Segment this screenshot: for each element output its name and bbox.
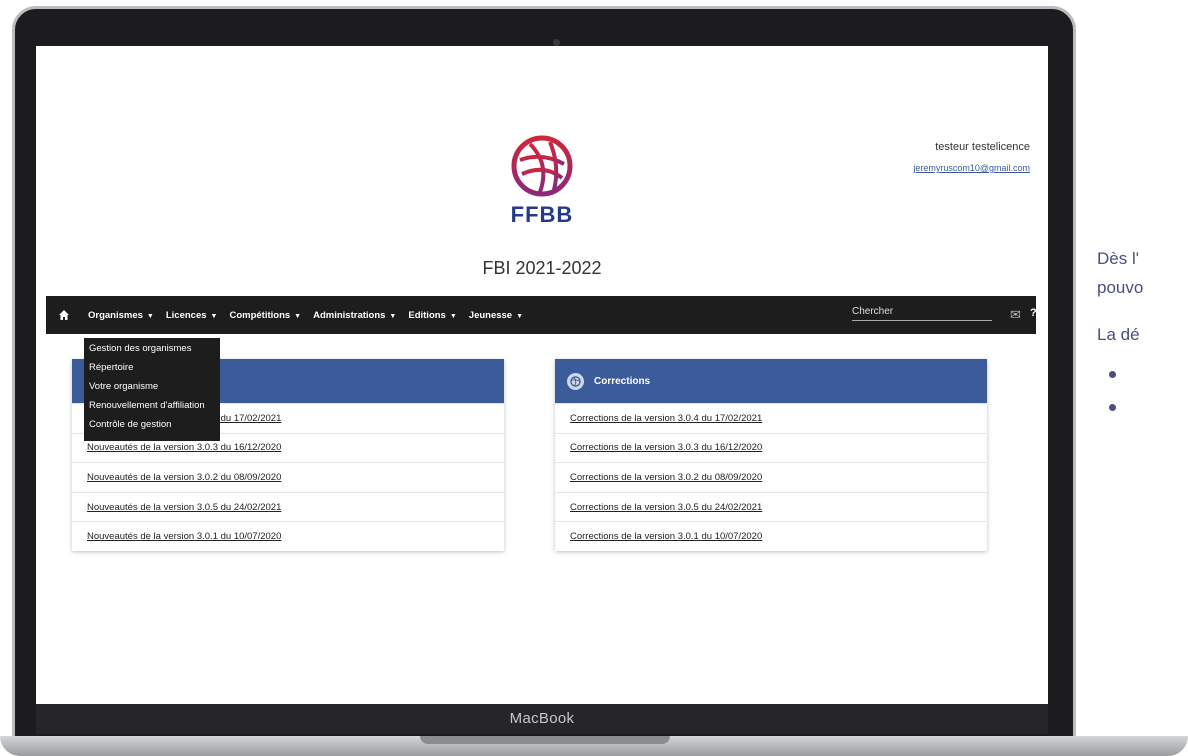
basketball-icon: [511, 135, 573, 197]
nav-label: Organismes: [88, 309, 143, 321]
nav-label: Jeunesse: [468, 309, 513, 321]
bullet-icon: [1109, 404, 1116, 411]
corrections-card-header: Corrections: [555, 359, 987, 403]
search-input[interactable]: Chercher: [852, 306, 992, 321]
basketball-icon: [567, 372, 584, 390]
nav-editions[interactable]: Editions ▼: [408, 310, 456, 321]
user-name: testeur testelicence: [935, 141, 1030, 153]
side-text-line: pouvo: [1097, 278, 1144, 297]
correction-link[interactable]: Corrections de la version 3.0.3 du 16/12…: [555, 432, 987, 463]
mail-icon[interactable]: ✉: [1010, 307, 1021, 323]
caret-down-icon: ▼: [146, 312, 154, 320]
side-text-line: La dé: [1097, 325, 1140, 344]
card-title: Corrections: [594, 375, 651, 387]
dropdown-item[interactable]: Gestion des organismes: [84, 340, 220, 359]
correction-link[interactable]: Corrections de la version 3.0.4 du 17/02…: [555, 403, 987, 433]
app-title: FBI 2021-2022: [482, 258, 602, 278]
nav-label: Editions: [408, 309, 446, 321]
caret-down-icon: ▼: [294, 312, 302, 320]
user-email-link[interactable]: jeremyruscom10@gmail.com: [913, 163, 1030, 173]
dropdown-item[interactable]: Votre organisme: [84, 378, 220, 397]
laptop-brand-label: MacBook: [509, 710, 575, 727]
caret-down-icon: ▼: [210, 312, 218, 320]
bullet-icon: [1109, 371, 1116, 378]
laptop-chin: MacBook: [36, 704, 1048, 734]
dropdown-item[interactable]: Contrôle de gestion: [84, 416, 220, 435]
side-text: Dès l' pouvo La dé: [1097, 244, 1143, 411]
camera-dot: [553, 39, 560, 46]
dropdown-item[interactable]: Renouvellement d'affiliation: [84, 397, 220, 416]
news-link[interactable]: Nouveautés de la version 3.0.2 du 08/09/…: [72, 462, 504, 492]
organismes-dropdown: Gestion des organismes Répertoire Votre …: [84, 338, 220, 441]
caret-down-icon: ▼: [516, 312, 524, 320]
nav-label: Licences: [165, 309, 207, 321]
logo-text: FFBB: [510, 202, 574, 227]
nav-label: Administrations: [313, 309, 386, 321]
nav-administrations[interactable]: Administrations ▼: [313, 310, 396, 321]
correction-link[interactable]: Corrections de la version 3.0.2 du 08/09…: [555, 462, 987, 492]
home-icon[interactable]: [58, 306, 76, 324]
news-link[interactable]: Nouveautés de la version 3.0.1 du 10/07/…: [72, 521, 504, 551]
user-block: testeur testelicence jeremyruscom10@gmai…: [913, 141, 1030, 173]
caret-down-icon: ▼: [449, 312, 457, 320]
laptop-notch: [420, 736, 670, 744]
help-icon[interactable]: ?: [1030, 307, 1037, 319]
nav-jeunesse[interactable]: Jeunesse ▼: [469, 310, 523, 321]
ffbb-logo[interactable]: FFBB: [502, 134, 582, 228]
main-navbar: Organismes ▼ Licences ▼ Compétitions ▼ Admi…: [46, 296, 1037, 334]
corrections-card: Corrections Corrections de la version 3.…: [555, 359, 987, 551]
correction-link[interactable]: Corrections de la version 3.0.1 du 10/07…: [555, 521, 987, 551]
nav-competitions[interactable]: Compétitions ▼: [229, 310, 301, 321]
correction-link[interactable]: Corrections de la version 3.0.5 du 24/02…: [555, 491, 987, 522]
nav-licences[interactable]: Licences ▼: [166, 310, 218, 321]
nav-organismes[interactable]: Organismes ▼: [88, 310, 154, 321]
news-link[interactable]: Nouveautés de la version 3.0.5 du 24/02/…: [72, 491, 504, 522]
caret-down-icon: ▼: [389, 312, 397, 320]
app-screen: testeur testelicence jeremyruscom10@gmai…: [36, 46, 1048, 704]
side-text-line: Dès l': [1097, 249, 1139, 268]
dropdown-item[interactable]: Répertoire: [84, 359, 220, 378]
nav-label: Compétitions: [229, 309, 291, 321]
